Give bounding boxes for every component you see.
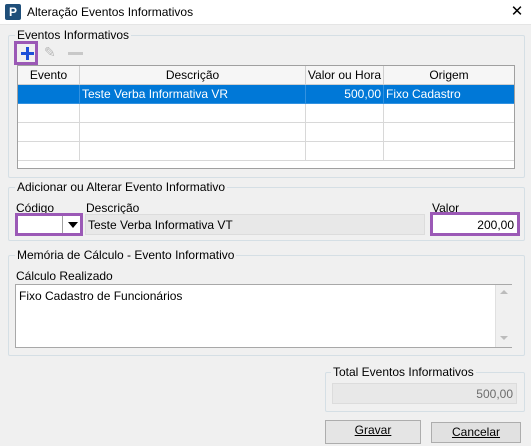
eventos-group-label: Eventos Informativos: [15, 28, 132, 42]
cell-empty: [18, 104, 80, 123]
cell-empty: [306, 142, 384, 161]
descricao-label: Descrição: [86, 201, 140, 215]
cell-empty: [384, 104, 514, 123]
memoria-group-label: Memória de Cálculo - Evento Informativo: [15, 248, 237, 262]
descricao-value: Teste Verba Informativa VT: [88, 218, 233, 232]
close-icon[interactable]: ✕: [505, 2, 529, 22]
cancelar-button[interactable]: Cancelar: [431, 422, 521, 443]
cell-empty: [80, 104, 306, 123]
total-group-label: Total Eventos Informativos: [331, 365, 476, 379]
window-title: Alteração Eventos Informativos: [27, 5, 194, 19]
cell-empty: [80, 142, 306, 161]
dropdown-separator: [62, 216, 63, 233]
total-field: 500,00: [332, 383, 517, 404]
valor-input[interactable]: 200,00: [430, 212, 520, 236]
table-row-empty[interactable]: [18, 123, 514, 142]
table-row[interactable]: Teste Verba Informativa VR 500,00 Fixo C…: [18, 85, 514, 104]
eventos-table[interactable]: Evento Descrição Valor ou Hora Origem Te…: [17, 65, 515, 169]
add-event-button[interactable]: [14, 41, 38, 65]
cell-empty: [384, 123, 514, 142]
gravar-button[interactable]: Gravar: [325, 420, 421, 444]
calculo-textarea[interactable]: Fixo Cadastro de Funcionários: [15, 284, 512, 348]
cell-empty: [306, 104, 384, 123]
column-header-origem[interactable]: Origem: [384, 66, 514, 85]
scroll-up-icon[interactable]: [500, 290, 508, 294]
cell-valor: 500,00: [306, 85, 384, 104]
cell-empty: [80, 123, 306, 142]
column-header-evento[interactable]: Evento: [18, 66, 80, 85]
codigo-dropdown[interactable]: [15, 213, 83, 236]
calculo-label: Cálculo Realizado: [16, 269, 113, 283]
gravar-label: Gravar: [354, 423, 392, 437]
cell-descricao: Teste Verba Informativa VR: [80, 85, 306, 104]
app-logo-icon: P: [5, 4, 21, 20]
table-row-empty[interactable]: [18, 142, 514, 161]
cell-origem: Fixo Cadastro: [384, 85, 514, 104]
calculo-text: Fixo Cadastro de Funcionários: [19, 289, 183, 303]
cell-empty: [18, 142, 80, 161]
table-row-empty[interactable]: [18, 104, 514, 123]
column-header-valor[interactable]: Valor ou Hora: [306, 66, 384, 85]
adicionar-group-label: Adicionar ou Alterar Evento Informativo: [15, 180, 228, 194]
cell-empty: [306, 123, 384, 142]
textarea-scrollbar[interactable]: [495, 285, 512, 347]
edit-pencil-icon[interactable]: ✎: [44, 44, 56, 61]
plus-icon-vertical: [26, 47, 29, 60]
scroll-down-icon[interactable]: [500, 336, 508, 340]
chevron-down-icon[interactable]: [68, 222, 78, 228]
cell-empty: [18, 123, 80, 142]
descricao-field: Teste Verba Informativa VT: [85, 214, 425, 235]
cell-empty: [384, 142, 514, 161]
cell-evento: [18, 85, 80, 104]
total-value: 500,00: [476, 387, 513, 401]
cancelar-label: Cancelar: [451, 425, 501, 439]
valor-value: 200,00: [477, 218, 514, 232]
title-bar: P Alteração Eventos Informativos ✕: [0, 0, 531, 25]
remove-minus-icon[interactable]: [68, 52, 83, 55]
column-header-descricao[interactable]: Descrição: [80, 66, 306, 85]
